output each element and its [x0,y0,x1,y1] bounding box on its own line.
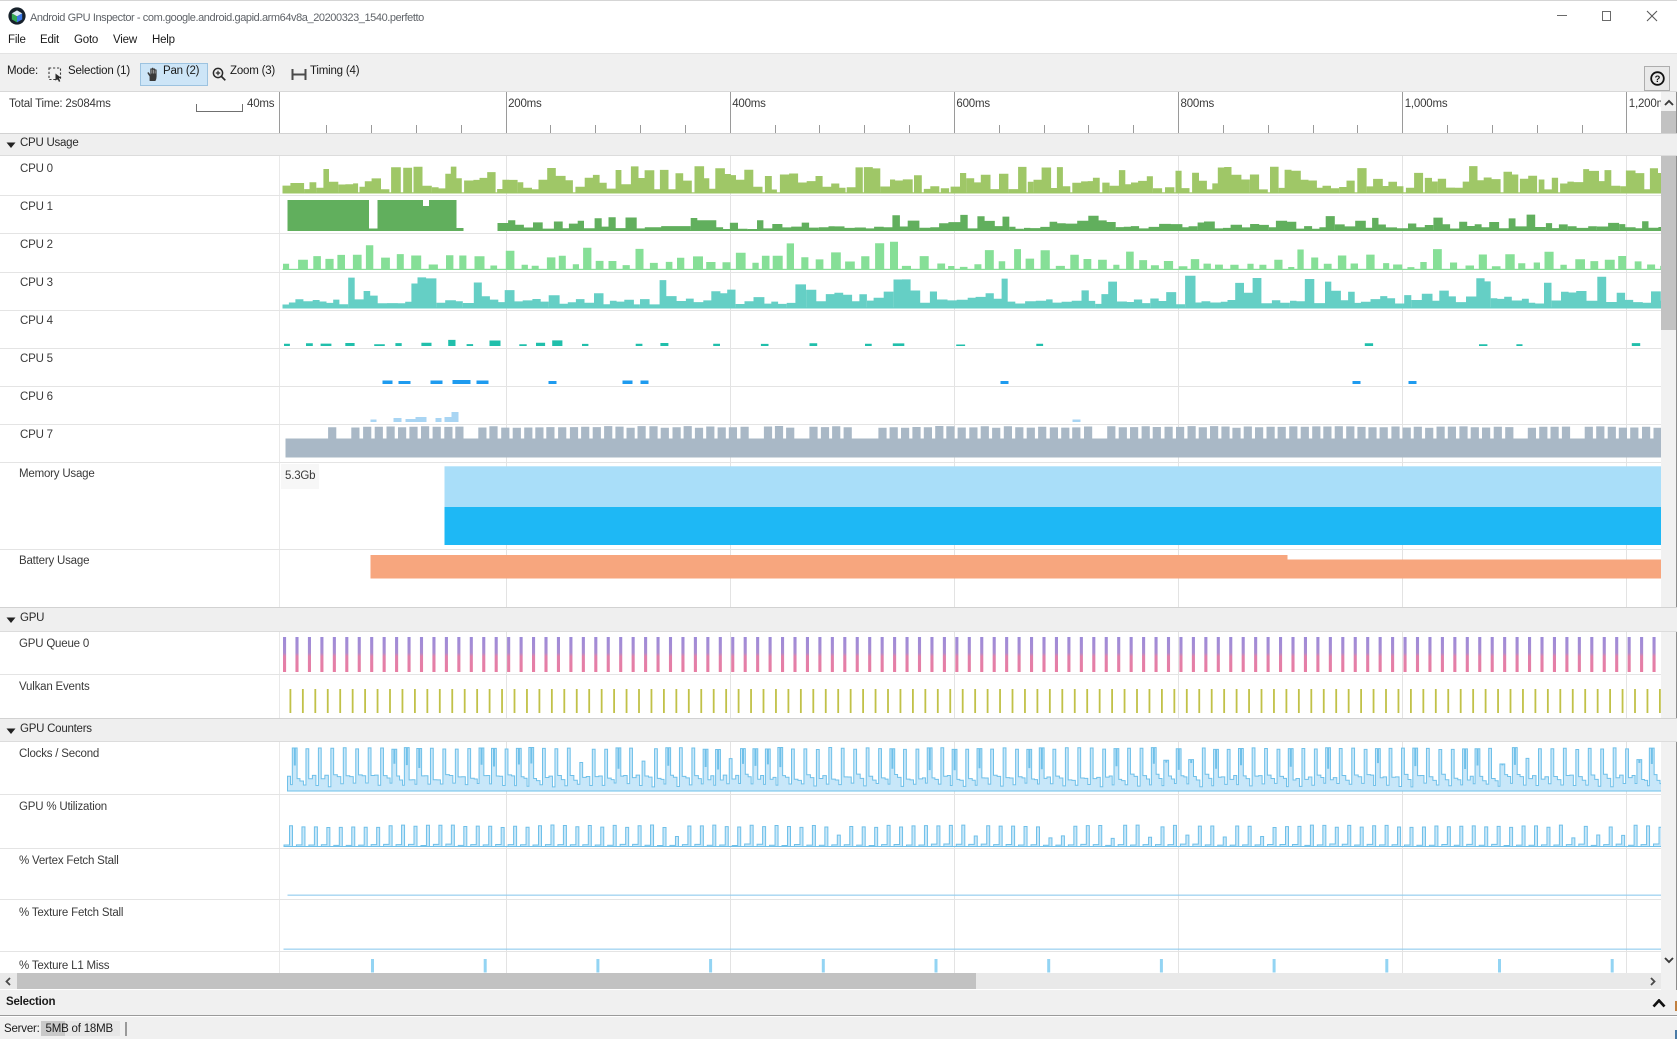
svg-text:?: ? [1655,74,1661,85]
